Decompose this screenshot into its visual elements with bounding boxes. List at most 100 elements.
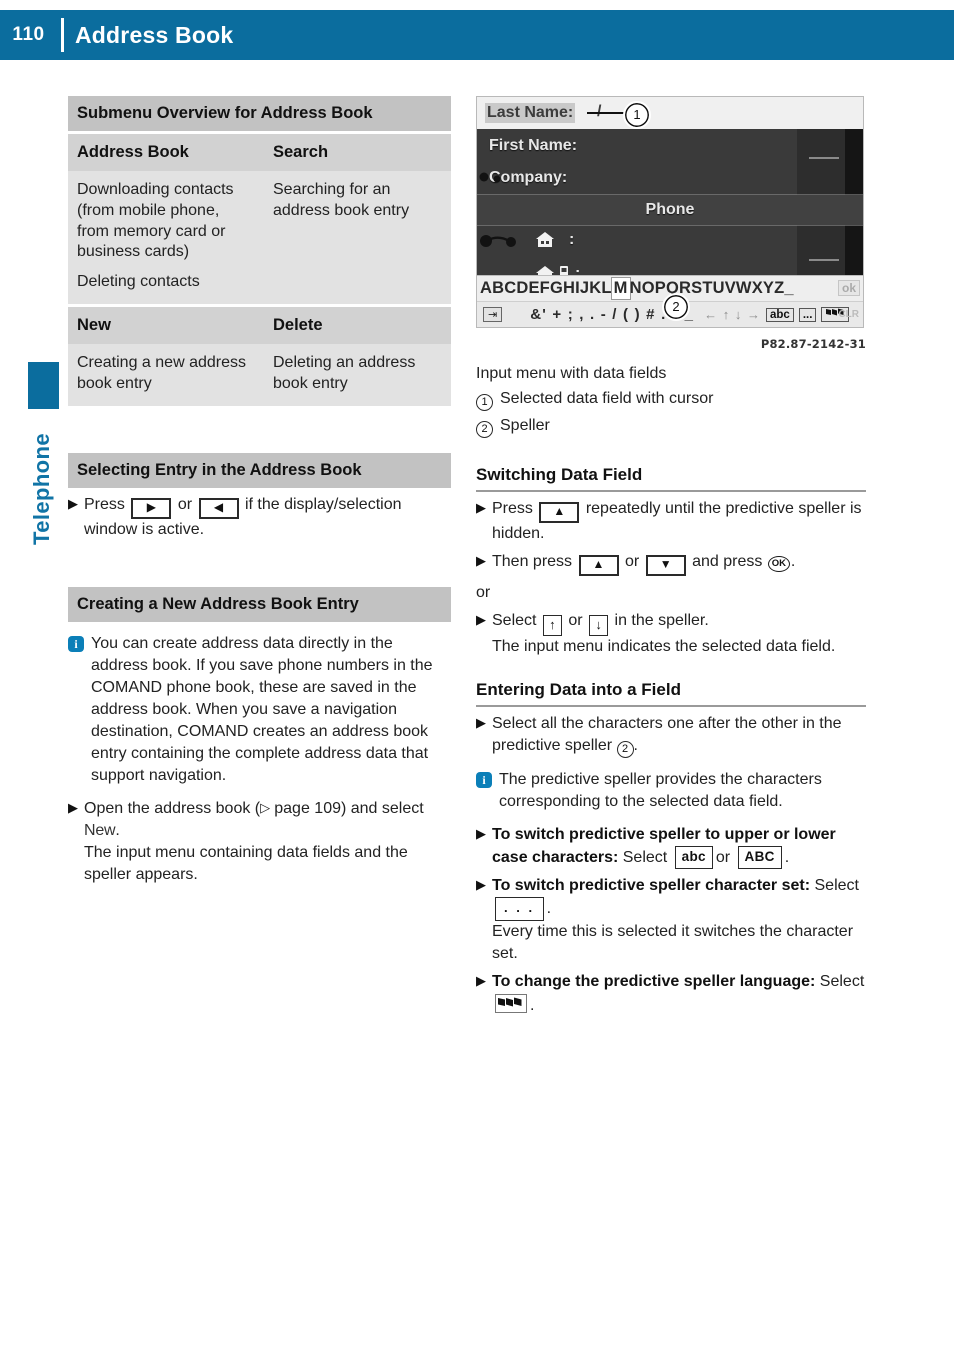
- step-period: .: [784, 849, 790, 867]
- info-note-text: You can create address data directly in …: [91, 634, 433, 785]
- info-icon: i: [476, 771, 492, 788]
- figure-reference-number: P82.87-2142-31: [760, 337, 866, 351]
- uppercase-abc-key-icon: ABC: [737, 846, 782, 869]
- step-detail: in the speller.: [614, 611, 709, 629]
- heading-creating-entry: Creating a New Address Book Entry: [68, 586, 451, 622]
- phone-home-colon: :: [569, 231, 575, 248]
- comand-display: Last Name: / 1 First Name: Company: Phon…: [476, 96, 864, 328]
- info-icon: i: [68, 635, 84, 652]
- step-label: Then press: [492, 552, 573, 570]
- step-text: Then press ▲ or ▼ and press OK.: [492, 551, 866, 576]
- step-bullet-icon: ▶: [476, 826, 486, 842]
- table-cell-text: Downloading contacts (from mobile phone,…: [77, 181, 234, 261]
- legend-number: 1: [476, 387, 500, 412]
- table-cell-address-book: Downloading contacts (from mobile phone,…: [68, 171, 264, 304]
- display-divider: [477, 225, 863, 226]
- down-arrow-key-icon: ▼: [645, 554, 686, 576]
- comand-input-menu-figure: Last Name: / 1 First Name: Company: Phon…: [476, 96, 866, 439]
- page-ref-arrow-icon: ▷: [260, 801, 275, 817]
- step-switch-character-set: ▶ To switch predictive speller character…: [476, 875, 866, 965]
- submenu-table-row-2: Creating a new address book entry Deleti…: [68, 343, 451, 406]
- speller-down-arrow-icon: ↓: [589, 614, 609, 636]
- speller-symbols[interactable]: &' + ; , . - / ( ) # . ': [530, 306, 676, 323]
- submenu-table-header-row-1: Address Book Search: [68, 134, 451, 171]
- legend-circled-number: 1: [476, 394, 493, 412]
- step-mid-label: and press: [692, 552, 763, 570]
- step-label: Press: [84, 495, 125, 513]
- step-then-press-up-down-ok: ▶ Then press ▲ or ▼ and press OK.: [476, 551, 866, 576]
- speller-abc-key[interactable]: abc: [765, 307, 794, 322]
- info-note-predictive-speller: i The predictive speller provides the ch…: [476, 769, 866, 813]
- scroll-indicator: [809, 259, 839, 261]
- step-text: Open the address book (▷ page 109) and s…: [84, 798, 451, 886]
- language-flags-key-icon: [495, 993, 527, 1013]
- ok-button-icon: OK: [767, 555, 790, 572]
- step-bullet-icon: ▶: [476, 973, 486, 989]
- step-select-characters: ▶ Select all the characters one after th…: [476, 713, 866, 758]
- table-cell-text: Searching for an address book entry: [273, 181, 410, 219]
- table-cell-search: Searching for an address book entry: [264, 171, 451, 304]
- step-result-text: The input menu containing data fields an…: [84, 844, 408, 884]
- step-bullet-icon: ▶: [68, 800, 78, 816]
- right-column: Last Name: / 1 First Name: Company: Phon…: [476, 96, 866, 1017]
- speller-nav-arrows[interactable]: ← ↑ ↓ →: [704, 307, 761, 322]
- callout-marker-1: 1: [623, 101, 651, 129]
- step-label: Select all the characters one after the …: [492, 714, 842, 754]
- up-arrow-key-icon: ▲: [539, 501, 580, 523]
- table-header-new: New: [77, 315, 111, 334]
- speller-letters-before[interactable]: ABCDEFGHIJKL: [480, 279, 612, 298]
- step-open-address-book: ▶ Open the address book (▷ page 109) and…: [68, 798, 451, 886]
- speller-charset-key[interactable]: ...: [798, 307, 817, 322]
- table-header-delete: Delete: [273, 315, 323, 334]
- figure-caption: Input menu with data fields: [476, 365, 667, 382]
- header-divider: [61, 18, 64, 52]
- step-bold-label: To change the predictive speller languag…: [492, 973, 816, 991]
- speller-up-arrow-icon: ↑: [542, 614, 562, 636]
- charset-dots-key-icon: . . .: [495, 897, 544, 922]
- chapter-tab-marker: [28, 362, 59, 409]
- step-mid-label: Select: [815, 973, 865, 991]
- table-cell-new: Creating a new address book entry: [68, 344, 264, 406]
- data-field-last-name-selected[interactable]: Last Name: /: [477, 97, 863, 129]
- callout-marker-2: 2: [662, 293, 690, 321]
- step-change-language: ▶ To change the predictive speller langu…: [476, 971, 866, 1016]
- step-text: To switch predictive speller character s…: [492, 875, 866, 965]
- left-arrow-key-icon: ◀: [198, 497, 239, 519]
- step-result-text: Every time this is selected it switches …: [492, 923, 854, 963]
- step-period: .: [790, 552, 796, 570]
- data-field-first-name[interactable]: First Name:: [489, 137, 577, 155]
- step-bold-label: To switch predictive speller character s…: [492, 877, 811, 895]
- callout-leader-line: [587, 112, 627, 114]
- phone-handset-icon: [479, 172, 501, 183]
- speller-letters-after[interactable]: NOPQRSTUVWXYZ_: [630, 279, 794, 298]
- table-header-address-book: Address Book: [77, 143, 189, 161]
- step-label: Open the address book (: [84, 800, 261, 818]
- inline-callout-ref-2: 2: [616, 740, 634, 758]
- legend-circled-number: 2: [476, 420, 493, 438]
- speller-clear-key[interactable]: CLR: [838, 309, 859, 320]
- figure-legend-item: 1 Selected data field with cursor: [476, 387, 866, 412]
- speller-ok-key[interactable]: ok: [837, 280, 860, 296]
- step-text: To change the predictive speller languag…: [492, 971, 866, 1016]
- step-result-text: The input menu indicates the selected da…: [492, 637, 836, 655]
- chapter-tab-label: Telephone: [29, 433, 54, 545]
- heading-entering-data: Entering Data into a Field: [476, 680, 866, 707]
- phone-handset-icon: [480, 235, 516, 247]
- step-label: Select: [492, 611, 537, 629]
- speller-back-key[interactable]: ⇥: [483, 307, 503, 322]
- up-arrow-key-icon: ▲: [578, 554, 619, 576]
- step-or-label: or: [624, 552, 640, 570]
- submenu-table-header-row-2: New Delete: [68, 306, 451, 344]
- speller-selected-letter[interactable]: M: [610, 277, 631, 300]
- step-bullet-icon: ▶: [476, 552, 486, 568]
- submenu-table-title: Submenu Overview for Address Book: [68, 96, 451, 131]
- step-mid-label: ) and select: [340, 800, 424, 818]
- legend-number: 2: [476, 414, 500, 439]
- table-cell-text: Deleting contacts: [77, 273, 200, 291]
- step-bullet-icon: ▶: [476, 714, 486, 730]
- step-select-entry: ▶ Press ▶ or ◀ if the display/selection …: [68, 494, 451, 541]
- step-period: .: [530, 996, 535, 1014]
- step-label: Press: [492, 499, 533, 517]
